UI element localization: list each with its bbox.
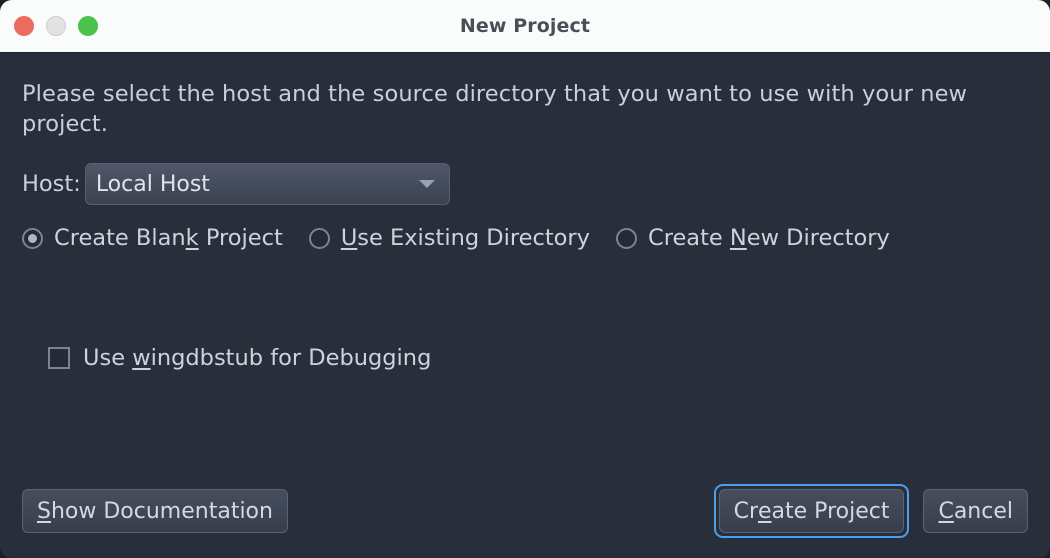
- radio-use-existing-directory[interactable]: Use Existing Directory: [308, 225, 590, 251]
- radio-icon-unselected: [616, 227, 637, 249]
- checkbox-icon-unchecked: [48, 347, 70, 369]
- cancel-button[interactable]: Cancel: [923, 489, 1028, 533]
- host-label: Host:: [22, 171, 81, 197]
- radio-create-blank-project[interactable]: Create Blank Project: [22, 225, 283, 251]
- dialog-footer: Show Documentation Cr e ate Project Cancel: [22, 484, 1028, 538]
- footer-actions: Cr e ate Project Cancel: [713, 484, 1028, 538]
- dialog-body: Please select the host and the source di…: [0, 53, 1050, 558]
- radio-create-new-directory[interactable]: Create New Directory: [616, 225, 890, 251]
- instruction-text: Please select the host and the source di…: [22, 81, 968, 137]
- chevron-down-icon: [418, 180, 435, 188]
- checkbox-use-wingdbstub[interactable]: Use wingdbstub for Debugging: [48, 345, 1028, 371]
- checkbox-label-use-wingdbstub: Use wingdbstub for Debugging: [83, 345, 432, 371]
- project-mode-radio-group: Create Blank Project Use Existing Direct…: [22, 225, 1028, 251]
- title-bar: New Project: [0, 0, 1050, 53]
- radio-label-create-blank-project: Create Blank Project: [54, 225, 283, 251]
- minimize-button[interactable]: [46, 16, 66, 36]
- host-dropdown[interactable]: Local Host: [84, 163, 450, 205]
- zoom-button[interactable]: [78, 16, 98, 36]
- radio-label-use-existing-directory: Use Existing Directory: [340, 225, 590, 251]
- radio-label-create-new-directory: Create New Directory: [648, 225, 890, 251]
- create-project-button[interactable]: Cr e ate Project: [718, 489, 905, 533]
- radio-icon-selected: [22, 227, 43, 249]
- host-dropdown-value: Local Host: [95, 171, 210, 197]
- host-row: Host: Local Host: [22, 163, 1028, 205]
- create-project-focus-ring: Cr e ate Project: [713, 484, 910, 538]
- traffic-light-group: [14, 0, 98, 52]
- window-title: New Project: [459, 15, 591, 37]
- show-documentation-button[interactable]: Show Documentation: [22, 489, 288, 533]
- radio-icon-unselected: [308, 227, 330, 249]
- new-project-dialog: New Project Please select the host and t…: [0, 0, 1050, 558]
- close-button[interactable]: [14, 16, 34, 36]
